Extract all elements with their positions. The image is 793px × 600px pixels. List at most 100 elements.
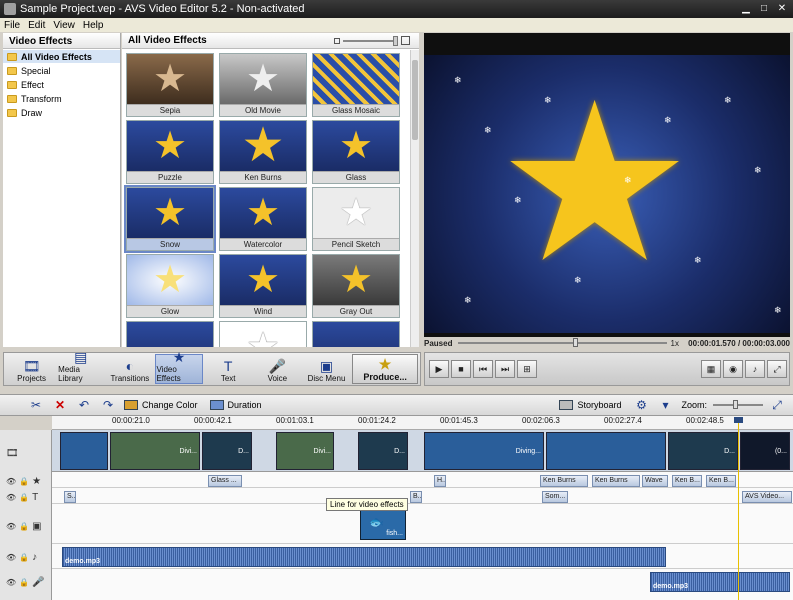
previous-frame-icon[interactable]: ⏮ bbox=[473, 360, 493, 378]
effect-tile-old-movie[interactable]: ★ Old Movie bbox=[219, 53, 307, 117]
close-icon[interactable]: ✕ bbox=[775, 3, 789, 15]
effect-tile-gray-out[interactable]: ★ Gray Out bbox=[312, 254, 400, 318]
category-effect[interactable]: Effect bbox=[3, 78, 120, 91]
lock-icon[interactable]: 🔒 bbox=[19, 477, 29, 486]
lock-icon[interactable]: 🔒 bbox=[19, 553, 29, 562]
audio-track[interactable]: demo.mp3 bbox=[52, 545, 793, 569]
change-color-button[interactable]: Change Color bbox=[124, 400, 198, 410]
eye-icon[interactable]: 👁 bbox=[6, 553, 16, 562]
stop-icon[interactable]: ■ bbox=[451, 360, 471, 378]
effect-tile-puzzle[interactable]: ★ Puzzle bbox=[126, 120, 214, 184]
effect-chip[interactable]: Wave bbox=[642, 475, 668, 487]
menu-edit[interactable]: Edit bbox=[28, 20, 45, 31]
effect-chip[interactable]: Glass ... bbox=[208, 475, 242, 487]
effect-tile-glow[interactable]: ★ Glow bbox=[126, 254, 214, 318]
music-clip[interactable]: demo.mp3 bbox=[650, 572, 790, 592]
track-settings-icon[interactable]: ⚙ bbox=[633, 398, 649, 412]
category-draw[interactable]: Draw bbox=[3, 106, 120, 119]
media-library-button[interactable]: ▤ Media Library bbox=[57, 349, 104, 384]
produce-button[interactable]: ★ Produce... bbox=[352, 354, 419, 384]
effect-chip[interactable]: Ken B... bbox=[672, 475, 702, 487]
audio-clip[interactable]: demo.mp3 bbox=[62, 547, 666, 567]
timeline-zoom-slider[interactable] bbox=[713, 400, 763, 409]
overlay-clip[interactable]: 🐟 fish... bbox=[360, 510, 406, 540]
overlay-track[interactable]: 🐟 fish... bbox=[52, 506, 793, 544]
voice-button[interactable]: 🎤 Voice bbox=[254, 354, 301, 384]
menu-file[interactable]: File bbox=[4, 20, 20, 31]
fit-to-window-icon[interactable]: ⤢ bbox=[769, 398, 785, 412]
video-clip[interactable]: Divi... bbox=[110, 432, 200, 470]
effect-tile-partial-2[interactable]: ★ bbox=[219, 321, 307, 347]
eye-icon[interactable]: 👁 bbox=[6, 578, 16, 587]
video-clip[interactable]: D... bbox=[358, 432, 408, 470]
menu-help[interactable]: Help bbox=[83, 20, 104, 31]
effect-chip[interactable]: Ken Burns bbox=[540, 475, 588, 487]
cut-icon[interactable]: ✂ bbox=[28, 398, 44, 412]
timeline-ruler[interactable]: 00:00:21.0 00:00:42.1 00:01:03.1 00:01:2… bbox=[52, 416, 793, 430]
category-special[interactable]: Special bbox=[3, 64, 120, 77]
text-chip[interactable]: S... bbox=[64, 491, 76, 503]
video-clip[interactable]: (0... bbox=[740, 432, 790, 470]
zoom-knob[interactable] bbox=[733, 400, 738, 409]
text-button[interactable]: T Text bbox=[205, 354, 252, 384]
text-chip[interactable]: AVS Video... bbox=[742, 491, 792, 503]
text-chip[interactable]: B... bbox=[410, 491, 422, 503]
eye-icon[interactable]: 👁 bbox=[6, 477, 16, 486]
effect-tile-snow[interactable]: ★ Snow bbox=[124, 185, 216, 253]
video-track[interactable]: Divi... D... Divi... D... Diving... D...… bbox=[52, 430, 793, 472]
projects-button[interactable]: 🎞 Projects bbox=[8, 354, 55, 384]
storyboard-button[interactable]: Storyboard bbox=[559, 400, 621, 410]
slider-knob[interactable] bbox=[393, 35, 398, 46]
volume-icon[interactable]: ♪ bbox=[745, 360, 765, 378]
lock-icon[interactable]: 🔒 bbox=[19, 522, 29, 531]
music-track[interactable]: demo.mp3 bbox=[52, 570, 793, 594]
effect-tile-glass-mosaic[interactable]: Glass Mosaic bbox=[312, 53, 400, 117]
text-chip[interactable]: Som... bbox=[542, 491, 568, 503]
seek-knob[interactable] bbox=[572, 338, 578, 347]
effect-tile-partial-1[interactable] bbox=[126, 321, 214, 347]
fullscreen-toggle-icon[interactable]: ⊞ bbox=[517, 360, 537, 378]
effect-tile-pencil-sketch[interactable]: ★ Pencil Sketch bbox=[312, 187, 400, 251]
effect-tile-partial-3[interactable] bbox=[312, 321, 400, 347]
delete-icon[interactable]: ✕ bbox=[52, 398, 68, 412]
video-clip[interactable] bbox=[546, 432, 666, 470]
effect-tile-ken-burns[interactable]: ★ Ken Burns bbox=[219, 120, 307, 184]
effects-scrollbar[interactable] bbox=[410, 50, 419, 347]
eye-icon[interactable]: 👁 bbox=[6, 522, 16, 531]
preview-settings-icon[interactable]: ▦ bbox=[701, 360, 721, 378]
video-effects-button[interactable]: ★ Video Effects bbox=[155, 349, 203, 384]
eye-icon[interactable]: 👁 bbox=[6, 493, 16, 502]
disc-menu-button[interactable]: ▣ Disc Menu bbox=[303, 354, 350, 384]
next-frame-icon[interactable]: ⏭ bbox=[495, 360, 515, 378]
video-clip[interactable] bbox=[60, 432, 108, 470]
display-options-icon[interactable]: ▾ bbox=[657, 398, 673, 412]
menu-view[interactable]: View bbox=[53, 20, 75, 31]
scrollbar-thumb[interactable] bbox=[412, 60, 418, 140]
video-clip[interactable]: D... bbox=[202, 432, 252, 470]
lock-icon[interactable]: 🔒 bbox=[19, 493, 29, 502]
thumbnail-size-slider[interactable] bbox=[343, 35, 398, 46]
seek-bar[interactable] bbox=[458, 338, 667, 347]
effect-tile-wind[interactable]: ★ Wind bbox=[219, 254, 307, 318]
effect-tile-watercolor[interactable]: ★ Watercolor bbox=[219, 187, 307, 251]
effect-tile-glass[interactable]: ★ Glass bbox=[312, 120, 400, 184]
minimize-icon[interactable]: ▁ bbox=[739, 3, 753, 15]
playhead[interactable] bbox=[734, 417, 743, 600]
video-clip[interactable]: D... bbox=[668, 432, 738, 470]
effect-tile-sepia[interactable]: ★ Sepia bbox=[126, 53, 214, 117]
transitions-button[interactable]: ◐ Transitions bbox=[106, 354, 153, 384]
maximize-icon[interactable]: □ bbox=[757, 3, 771, 15]
undo-icon[interactable]: ↶ bbox=[76, 398, 92, 412]
redo-icon[interactable]: ↷ bbox=[100, 398, 116, 412]
duration-button[interactable]: Duration bbox=[209, 400, 262, 410]
playhead-handle[interactable] bbox=[734, 417, 743, 423]
snapshot-icon[interactable]: ◉ bbox=[723, 360, 743, 378]
video-clip[interactable]: Diving... bbox=[424, 432, 544, 470]
effect-chip[interactable]: Ken B... bbox=[706, 475, 736, 487]
text-track[interactable]: S... B... Som... AVS Video... bbox=[52, 490, 793, 504]
effect-chip[interactable]: Ken Burns bbox=[592, 475, 640, 487]
expand-icon[interactable]: ⤢ bbox=[767, 360, 787, 378]
play-icon[interactable]: ▶ bbox=[429, 360, 449, 378]
lock-icon[interactable]: 🔒 bbox=[19, 578, 29, 587]
category-transform[interactable]: Transform bbox=[3, 92, 120, 105]
